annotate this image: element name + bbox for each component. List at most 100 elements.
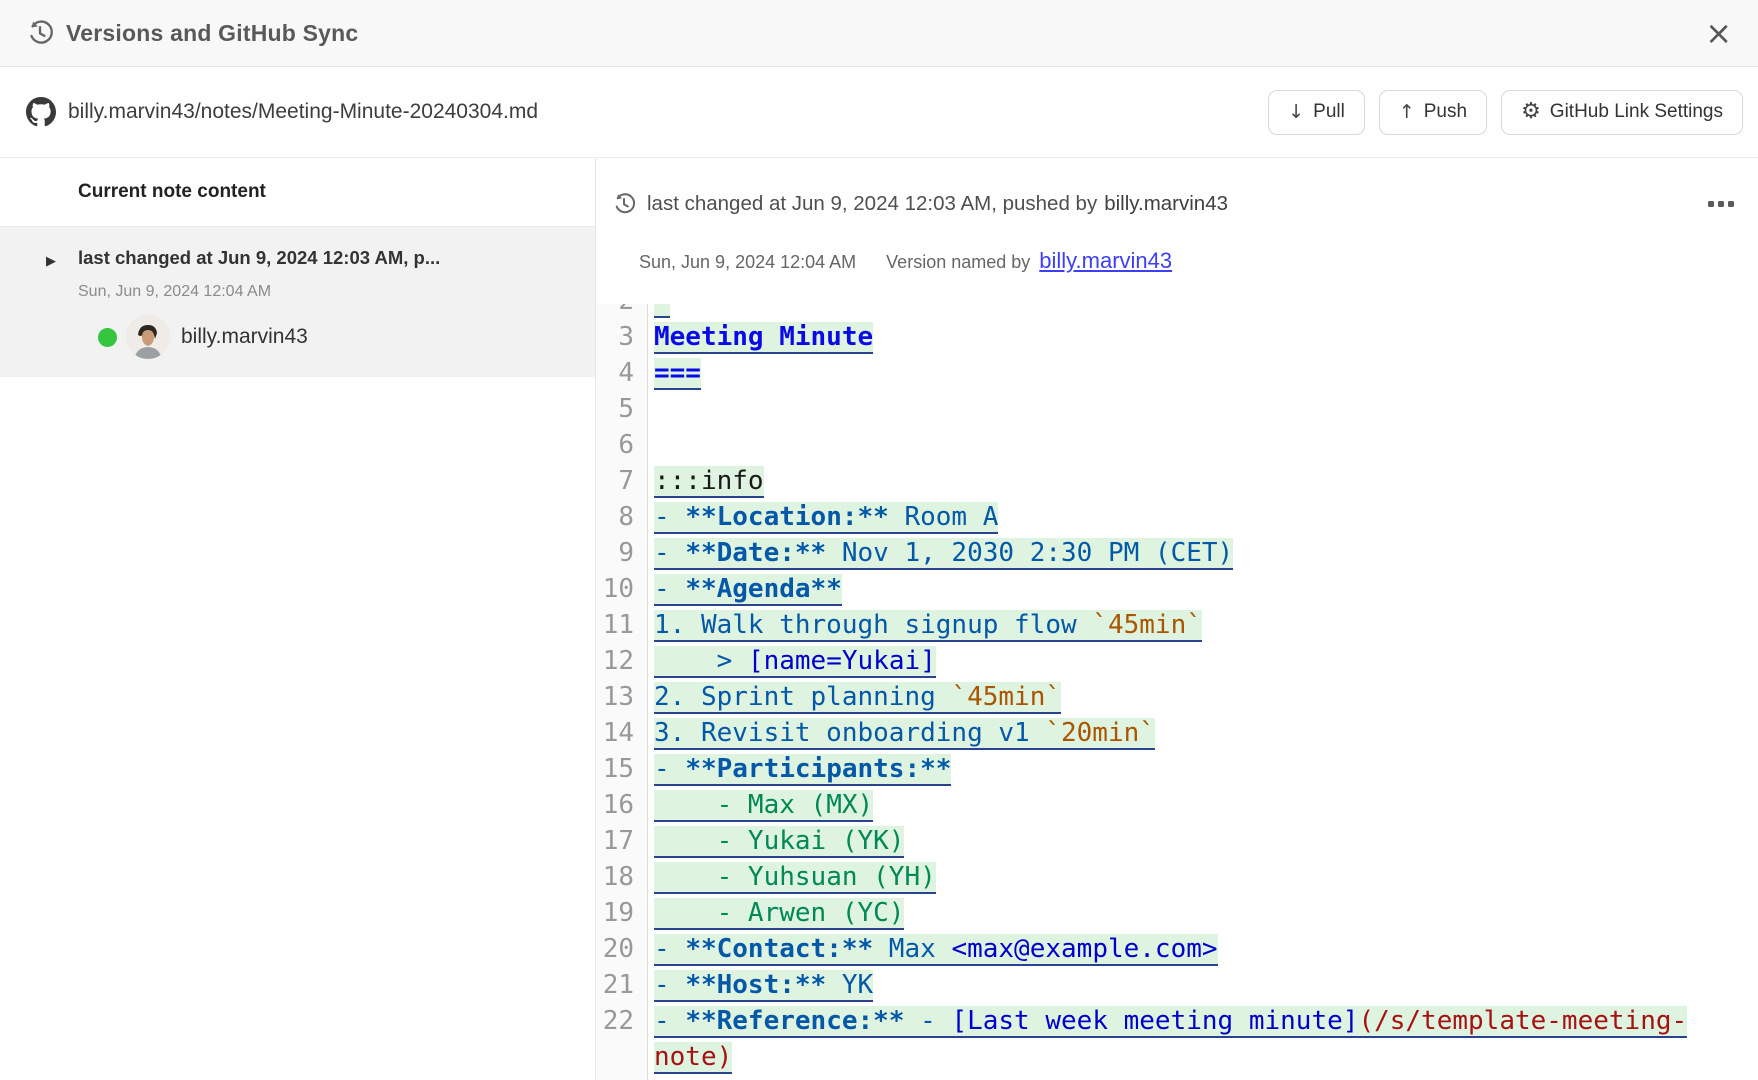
code-line: 2	[597, 304, 1758, 319]
code-segment: - Yukai (YK)	[654, 826, 904, 856]
editor-lines: 2 3Meeting Minute4===567:::info8- **Loca…	[597, 304, 1758, 1080]
line-number: 19	[597, 895, 648, 931]
code-line: 12 > [name=Yukai]	[597, 643, 1758, 679]
inserted-text: ===	[654, 358, 701, 390]
code-segment: -	[654, 1006, 685, 1036]
code-segment: **Reference:**	[685, 1006, 904, 1036]
code-line: 22- **Reference:** - [Last week meeting …	[597, 1003, 1758, 1075]
line-number: 23	[597, 1075, 648, 1080]
code-line: 4===	[597, 355, 1758, 391]
versions-sidebar: Current note content ▶ last changed at J…	[0, 158, 596, 1080]
github-icon	[26, 97, 56, 127]
code-line: 7:::info	[597, 463, 1758, 499]
inserted-text: - Max (MX)	[654, 790, 873, 822]
line-number: 7	[597, 463, 648, 499]
expander-icon[interactable]: ▶	[46, 254, 56, 269]
code-line: 6	[597, 427, 1758, 463]
settings-button-label: GitHub Link Settings	[1550, 101, 1723, 123]
code-line-content: - **Participants:**	[648, 751, 1758, 787]
code-segment: **Agenda**	[685, 574, 842, 604]
version-item-title: last changed at Jun 9, 2024 12:03 AM, p.…	[78, 247, 440, 269]
code-line: 21- **Host:** YK	[597, 967, 1758, 1003]
code-segment	[654, 304, 670, 316]
code-segment: 1. Walk through signup flow	[654, 610, 1092, 640]
code-line-content: - Yuhsuan (YH)	[648, 859, 1758, 895]
code-segment: - Yuhsuan (YH)	[654, 862, 936, 892]
code-segment: Meeting Minute	[654, 322, 873, 352]
line-number: 21	[597, 967, 648, 1003]
code-line: 19 - Arwen (YC)	[597, 895, 1758, 931]
code-line: 20- **Contact:** Max <max@example.com>	[597, 931, 1758, 967]
push-button[interactable]: ↑ Push	[1379, 90, 1487, 135]
code-line: 5	[597, 391, 1758, 427]
code-segment: 2. Sprint planning	[654, 682, 951, 712]
push-button-label: Push	[1424, 101, 1467, 123]
arrow-up-icon: ↑	[1399, 101, 1415, 123]
code-line: 3Meeting Minute	[597, 319, 1758, 355]
code-line-content: 2. Sprint planning `45min`	[648, 679, 1758, 715]
code-line-content: :::info	[648, 463, 1758, 499]
code-line-content: - **Host:** YK	[648, 967, 1758, 1003]
line-number: 10	[597, 571, 648, 607]
dialog-title: Versions and GitHub Sync	[66, 20, 358, 47]
code-line-content	[648, 427, 1758, 463]
code-line: 18 - Yuhsuan (YH)	[597, 859, 1758, 895]
code-line-content: - Max (MX)	[648, 787, 1758, 823]
close-button[interactable]: ×	[1705, 17, 1732, 49]
version-named-by-link[interactable]: billy.marvin43	[1039, 248, 1172, 274]
code-line-content: - Yukai (YK)	[648, 823, 1758, 859]
diff-editor[interactable]: 2 3Meeting Minute4===567:::info8- **Loca…	[597, 304, 1758, 1080]
arrow-down-icon: ↓	[1288, 101, 1304, 123]
code-segment: **Date:**	[685, 538, 826, 568]
inserted-text: - Arwen (YC)	[654, 898, 904, 930]
line-number: 14	[597, 715, 648, 751]
line-number: 3	[597, 319, 648, 355]
code-segment: [Last week meeting minute]	[951, 1006, 1358, 1036]
line-number: 2	[597, 304, 648, 319]
code-segment: 3. Revisit onboarding v1	[654, 718, 1045, 748]
code-segment: **Host:**	[685, 970, 826, 1000]
code-segment: >	[654, 646, 748, 676]
code-segment: (/s/template-meeting-​	[1358, 1006, 1687, 1036]
version-list-item[interactable]: ▶ last changed at Jun 9, 2024 12:03 AM, …	[0, 227, 595, 377]
code-line: 132. Sprint planning `45min`	[597, 679, 1758, 715]
code-segment: `45min`	[1092, 610, 1202, 640]
code-segment: **Participants:**	[685, 754, 951, 784]
inserted-text: - **Agenda**	[654, 574, 842, 606]
avatar	[126, 315, 170, 359]
line-number: 4	[597, 355, 648, 391]
inserted-text: - **Participants:**	[654, 754, 951, 786]
code-line-content	[648, 391, 1758, 427]
code-segment: YK	[826, 970, 873, 1000]
code-segment: -	[654, 574, 685, 604]
history-icon	[26, 19, 54, 47]
version-item-timestamp: Sun, Jun 9, 2024 12:04 AM	[78, 283, 271, 301]
line-number: 17	[597, 823, 648, 859]
code-segment: -	[904, 1006, 951, 1036]
version-title-user: billy.marvin43	[1104, 192, 1228, 216]
inserted-text: - **Date:** Nov 1, 2030 2:30 PM (CET)	[654, 538, 1233, 570]
code-segment: -	[654, 754, 685, 784]
code-line: 17 - Yukai (YK)	[597, 823, 1758, 859]
github-link-settings-button[interactable]: ⚙ GitHub Link Settings	[1501, 90, 1743, 135]
code-line-content: Meeting Minute	[648, 319, 1758, 355]
code-line-content: - **Location:** Room A	[648, 499, 1758, 535]
pull-button[interactable]: ↓ Pull	[1268, 90, 1365, 135]
code-line: 10- **Agenda**	[597, 571, 1758, 607]
code-segment: `45min`	[951, 682, 1061, 712]
presence-dot-icon	[98, 328, 117, 347]
code-line: 16 - Max (MX)	[597, 787, 1758, 823]
inserted-text: Meeting Minute	[654, 322, 873, 354]
code-line-content: > [name=Yukai]	[648, 643, 1758, 679]
pull-button-label: Pull	[1313, 101, 1345, 123]
code-segment: -	[654, 502, 685, 532]
version-item-author: billy.marvin43	[98, 315, 308, 359]
inserted-text: - **Contact:** Max <max@example.com>	[654, 934, 1218, 966]
more-options-button[interactable]	[1706, 195, 1736, 213]
line-number: 11	[597, 607, 648, 643]
line-number: 15	[597, 751, 648, 787]
inserted-text: - **Location:** Room A	[654, 502, 998, 534]
line-number: 13	[597, 679, 648, 715]
inserted-text: 3. Revisit onboarding v1 `20min`	[654, 718, 1155, 750]
line-number: 9	[597, 535, 648, 571]
